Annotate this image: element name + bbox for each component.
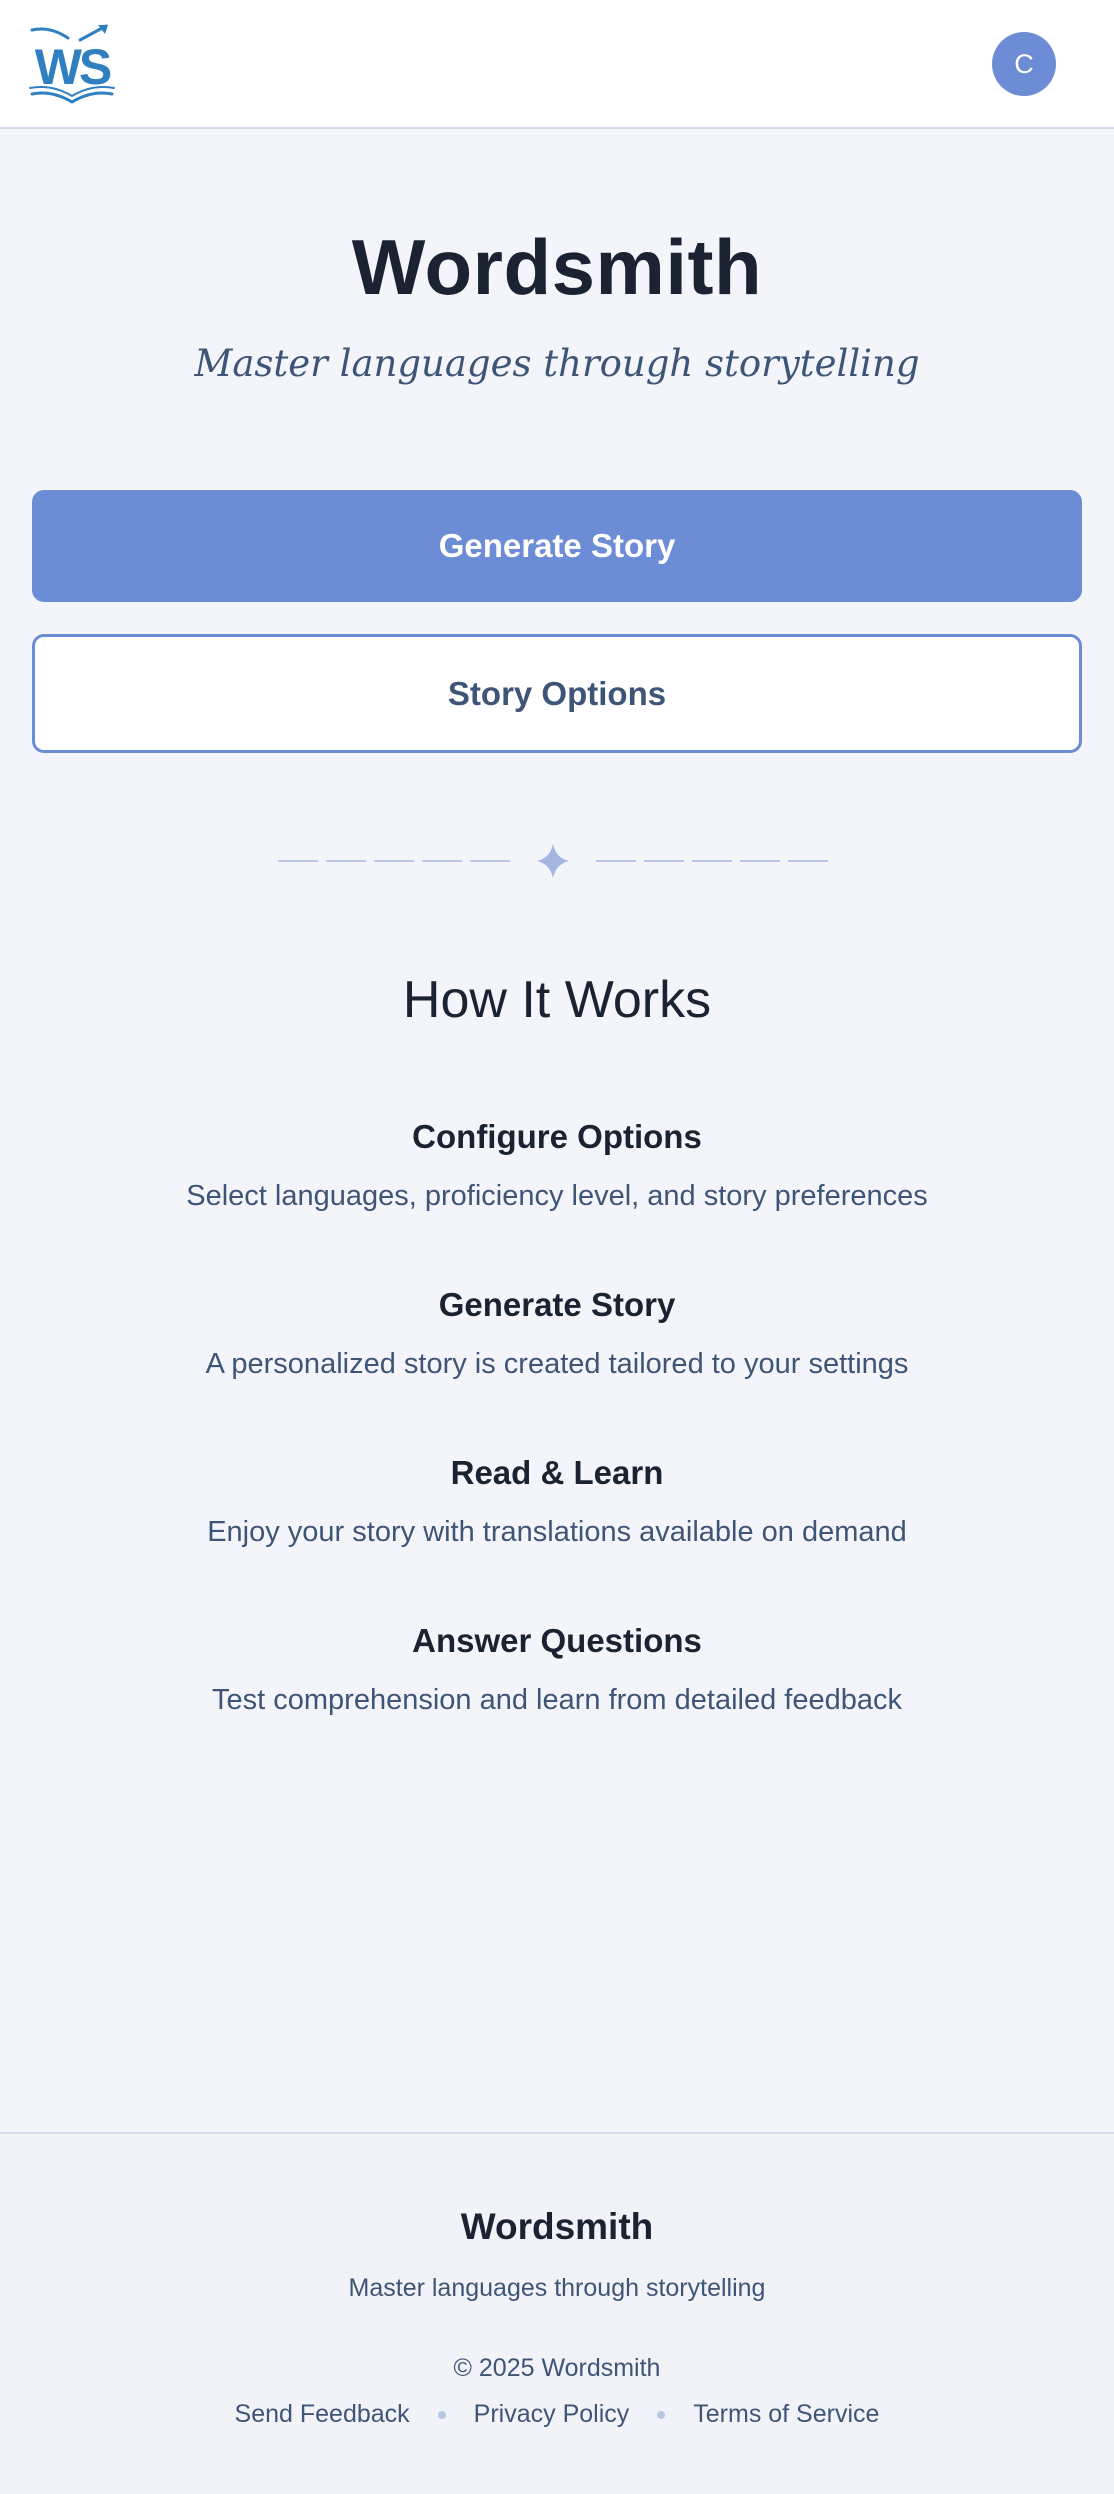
step-description: A personalized story is created tailored… xyxy=(205,1348,909,1380)
svg-text:WS: WS xyxy=(35,39,111,95)
step-title: Answer Questions xyxy=(412,1622,702,1659)
app-title: Wordsmith xyxy=(351,223,763,311)
step-description: Enjoy your story with translations avail… xyxy=(207,1516,907,1548)
step-description: Test comprehension and learn from detail… xyxy=(212,1684,902,1716)
section-divider xyxy=(0,840,1114,882)
footer-links: Send Feedback Privacy Policy Terms of Se… xyxy=(0,2400,1114,2429)
separator-dot xyxy=(437,2410,446,2419)
app-tagline: Master languages through storytelling xyxy=(194,342,920,385)
wordsmith-logo[interactable]: WS xyxy=(28,22,118,106)
page: WS C Wordsmith Master languages through … xyxy=(0,0,1114,2494)
privacy-policy-link[interactable]: Privacy Policy xyxy=(474,2400,630,2429)
step-description: Select languages, proficiency level, and… xyxy=(186,1180,928,1212)
step-title: Generate Story xyxy=(438,1286,676,1323)
terms-of-service-link[interactable]: Terms of Service xyxy=(693,2400,879,2429)
footer-brand: Wordsmith xyxy=(460,2206,654,2247)
user-avatar[interactable]: C xyxy=(992,32,1056,96)
page-footer: Wordsmith Master languages through story… xyxy=(0,2132,1114,2494)
step-read-learn: Read & Learn Enjoy your story with trans… xyxy=(0,1454,1114,1549)
step-configure-options: Configure Options Select languages, prof… xyxy=(0,1118,1114,1213)
separator-dot xyxy=(657,2410,666,2419)
step-answer-questions: Answer Questions Test comprehension and … xyxy=(0,1622,1114,1717)
step-generate-story: Generate Story A personalized story is c… xyxy=(0,1286,1114,1381)
top-header: WS C xyxy=(0,0,1114,129)
sparkle-icon xyxy=(537,844,569,878)
story-options-button[interactable]: Story Options xyxy=(32,634,1082,753)
step-title: Configure Options xyxy=(412,1118,702,1155)
how-it-works-title: How It Works xyxy=(402,971,712,1029)
step-title: Read & Learn xyxy=(450,1454,664,1491)
generate-story-button[interactable]: Generate Story xyxy=(32,490,1082,602)
send-feedback-link[interactable]: Send Feedback xyxy=(235,2400,410,2429)
copyright-text: © 2025 Wordsmith xyxy=(453,2354,661,2382)
footer-tagline: Master languages through storytelling xyxy=(348,2274,766,2302)
open-book-logo-icon: WS xyxy=(29,24,115,104)
